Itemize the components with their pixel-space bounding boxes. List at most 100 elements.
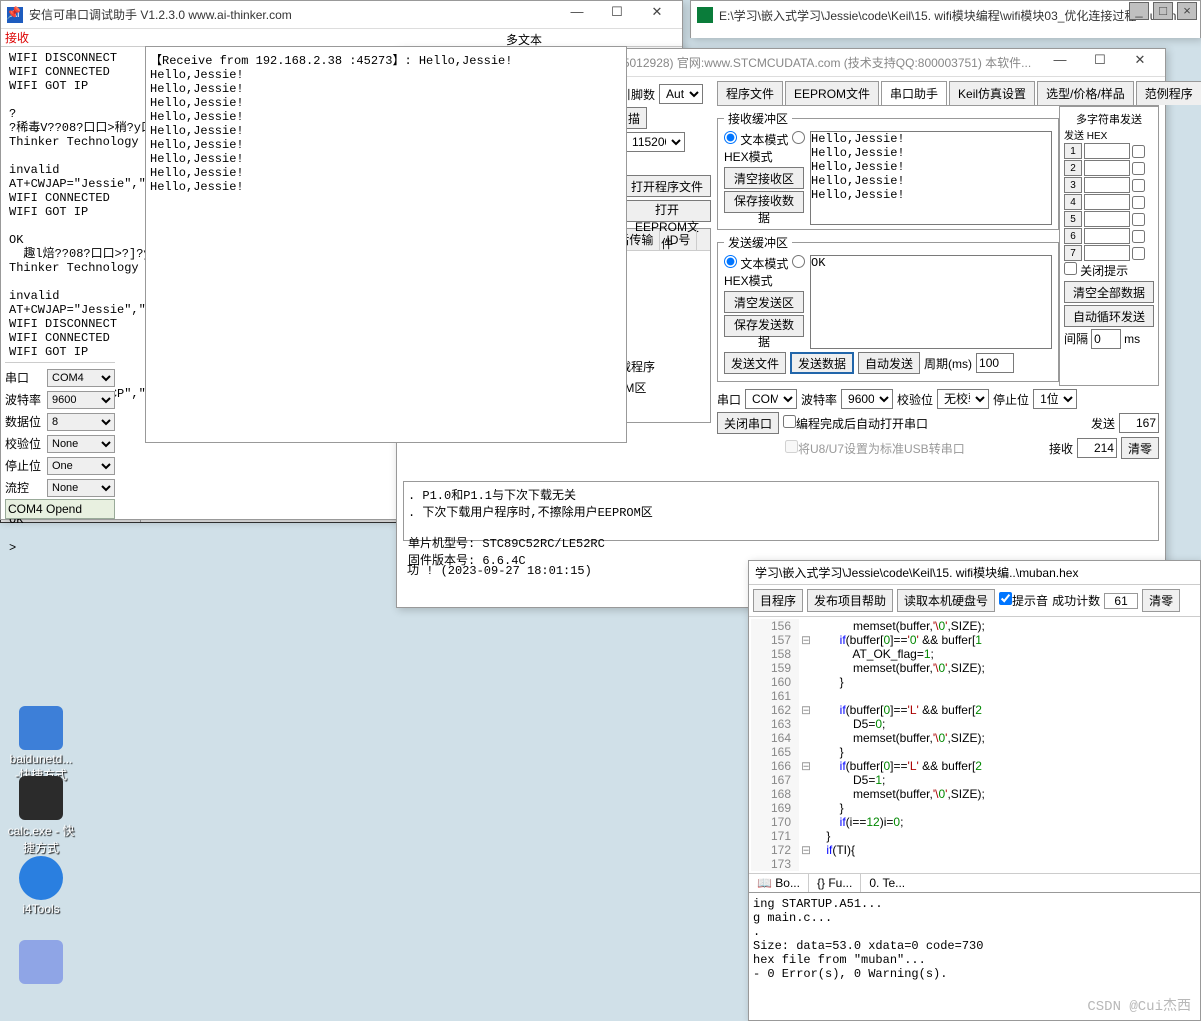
flow-select[interactable]: None	[47, 479, 115, 497]
window-title: E:\学习\嵌入式学习\Jessie\code\Keil\15. wifi模块编…	[719, 7, 1194, 24]
pane-tab[interactable]: 📖 Bo...	[749, 874, 809, 892]
ms-input[interactable]	[1084, 177, 1130, 193]
zero-button[interactable]: 清零	[1142, 589, 1180, 612]
ser-baud-select[interactable]: 9600	[841, 389, 893, 409]
desktop-icon[interactable]: calc.exe - 快 捷方式	[6, 776, 76, 856]
tab-0[interactable]: 程序文件	[717, 81, 783, 105]
close-port-button[interactable]: 关闭串口	[717, 412, 779, 434]
sent-count	[1119, 413, 1159, 433]
ser-com-select[interactable]: COM3	[745, 389, 797, 409]
send-file-button[interactable]: 发送文件	[724, 352, 786, 374]
publish-help-button[interactable]: 发布项目帮助	[807, 589, 893, 612]
baud-select[interactable]: 9600	[47, 391, 115, 409]
save-send-button[interactable]: 保存发送数据	[724, 315, 804, 337]
u8u7-cb[interactable]: 将U8/U7设置为标准USB转串口	[785, 440, 965, 457]
tab-2[interactable]: 串口助手	[881, 81, 947, 105]
ms-btn[interactable]: 4	[1064, 194, 1082, 210]
interval-input[interactable]	[1091, 329, 1121, 349]
file-path: 学习\嵌入式学习\Jessie\code\Keil\15. wifi模块编..\…	[749, 561, 1200, 585]
read-disk-button[interactable]: 读取本机硬盘号	[897, 589, 995, 612]
pincount-select[interactable]: Auto	[659, 84, 703, 104]
minimize-button[interactable]: —	[558, 1, 596, 23]
desktop-icon[interactable]: baidunetd... -快捷方式	[6, 706, 76, 783]
send-textmode-radio[interactable]: 文本模式	[724, 257, 788, 271]
receive-label: 接收	[1, 29, 682, 47]
period-input[interactable]	[976, 353, 1014, 373]
clear-recv-button[interactable]: 清空接收区	[724, 167, 804, 189]
multi-string-send: 多字符串发送 发送 HEX 1234567 关闭提示 清空全部数据 自动循环发送…	[1059, 106, 1159, 386]
success-count	[1104, 593, 1138, 609]
open-prog-button[interactable]: 打开程序文件	[623, 175, 711, 197]
ms-input[interactable]	[1084, 160, 1130, 176]
ms-hex-cb[interactable]	[1132, 196, 1145, 209]
output-log: . P1.0和P1.1与下次下载无关 . 下次下载用户程序时,不擦除用户EEPR…	[403, 481, 1159, 541]
ms-hex-cb[interactable]	[1132, 247, 1145, 260]
textmode-radio[interactable]: 文本模式	[724, 133, 788, 147]
minimize-button[interactable]: —	[1041, 49, 1079, 71]
ms-btn[interactable]: 2	[1064, 160, 1082, 176]
ms-hex-cb[interactable]	[1132, 213, 1145, 226]
com-status: COM4 Opend	[5, 499, 115, 519]
auto-send-button[interactable]: 自动发送	[858, 352, 920, 374]
ser-parity-select[interactable]: 无校验	[937, 389, 989, 409]
network-recv-box: 【Receive from 192.168.2.38 :45273】: Hell…	[145, 46, 627, 443]
keil-icon	[697, 7, 713, 23]
hint-sound-cb[interactable]: 提示音	[999, 592, 1048, 609]
close-button[interactable]: ✕	[638, 1, 676, 23]
stopbits-select[interactable]: One	[47, 457, 115, 475]
build-output: ing STARTUP.A51... g main.c... . Size: d…	[749, 892, 1200, 985]
open-eeprom-button[interactable]: 打开EEPROM文件	[623, 200, 711, 222]
ms-input[interactable]	[1084, 143, 1130, 159]
tab-4[interactable]: 选型/价格/样品	[1037, 81, 1134, 105]
ser-stop-select[interactable]: 1位	[1033, 389, 1077, 409]
ms-hex-cb[interactable]	[1132, 179, 1145, 192]
com-select[interactable]: COM4	[47, 369, 115, 387]
close-button[interactable]: ×	[1177, 2, 1197, 20]
ms-btn[interactable]: 7	[1064, 245, 1082, 261]
ms-hex-cb[interactable]	[1132, 230, 1145, 243]
ms-hex-cb[interactable]	[1132, 145, 1145, 158]
zero-button[interactable]: 清零	[1121, 437, 1159, 459]
send-data-button[interactable]: 发送数据	[790, 352, 854, 374]
code-editor[interactable]: 156 memset(buffer,'\0',SIZE);157⊟ if(buf…	[749, 617, 1200, 873]
ms-btn[interactable]: 3	[1064, 177, 1082, 193]
desktop-icon[interactable]: i4Tools	[6, 856, 76, 916]
recv-textarea[interactable]: Hello,Jessie! Hello,Jessie! Hello,Jessie…	[810, 131, 1052, 225]
maximize-button[interactable]: □	[1153, 2, 1173, 20]
autoopen-cb[interactable]: 编程完成后自动打开串口	[783, 415, 928, 432]
recv-count	[1077, 438, 1117, 458]
pane-tab[interactable]: 0. Te...	[861, 874, 913, 892]
ms-btn[interactable]: 6	[1064, 228, 1082, 244]
send-buffer-group: 发送缓冲区 文本模式 HEX模式 清空发送区 保存发送数据 OK 发送文件 发送…	[717, 234, 1059, 382]
recv-buffer-group: 接收缓冲区 文本模式 HEX模式 清空接收区 保存接收数据 Hello,Jess…	[717, 110, 1059, 230]
keil-path-window: E:\学习\嵌入式学习\Jessie\code\Keil\15. wifi模块编…	[690, 0, 1201, 38]
tab-3[interactable]: Keil仿真设置	[949, 81, 1035, 105]
minimize-button[interactable]: _	[1129, 2, 1149, 20]
ms-input[interactable]	[1084, 228, 1130, 244]
clear-all-button[interactable]: 清空全部数据	[1064, 281, 1154, 303]
load-program-button[interactable]: 目程序	[753, 589, 803, 612]
pin-icon[interactable]: 📌	[6, 6, 21, 20]
maximize-button[interactable]: ☐	[1081, 49, 1119, 71]
ms-input[interactable]	[1084, 194, 1130, 210]
tab-5[interactable]: 范例程序	[1136, 81, 1201, 105]
ms-hex-cb[interactable]	[1132, 162, 1145, 175]
maxbaud-select[interactable]: 115200	[625, 132, 685, 152]
ms-input[interactable]	[1084, 245, 1130, 261]
send-textarea[interactable]: OK	[810, 255, 1052, 349]
pane-tab[interactable]: {} Fu...	[809, 874, 861, 892]
databits-select[interactable]: 8	[47, 413, 115, 431]
maximize-button[interactable]: ☐	[598, 1, 636, 23]
close-hint-cb[interactable]: 关闭提示	[1064, 266, 1128, 278]
close-button[interactable]: ✕	[1121, 49, 1159, 71]
ms-btn[interactable]: 1	[1064, 143, 1082, 159]
save-recv-button[interactable]: 保存接收数据	[724, 191, 804, 213]
desktop-icon[interactable]	[6, 940, 76, 986]
ms-input[interactable]	[1084, 211, 1130, 227]
keil-editor-window: 学习\嵌入式学习\Jessie\code\Keil\15. wifi模块编..\…	[748, 560, 1201, 1021]
clear-send-button[interactable]: 清空发送区	[724, 291, 804, 313]
tab-1[interactable]: EEPROM文件	[785, 81, 879, 105]
auto-loop-button[interactable]: 自动循环发送	[1064, 305, 1154, 327]
parity-select[interactable]: None	[47, 435, 115, 453]
ms-btn[interactable]: 5	[1064, 211, 1082, 227]
